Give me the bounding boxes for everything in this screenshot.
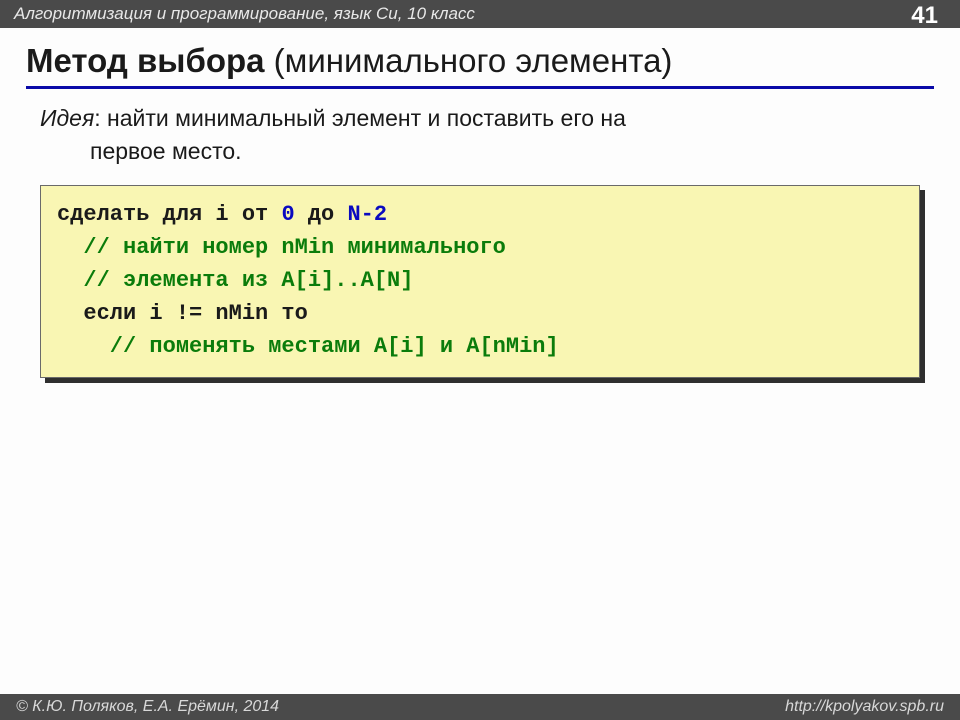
code-l1d: N-2 [347, 202, 387, 227]
code-l4: если i != nMin то [57, 301, 308, 326]
code-l1a: сделать для i от [57, 202, 281, 227]
code-block: сделать для i от 0 до N-2 // найти номер… [40, 185, 920, 378]
header-bar: Алгоритмизация и программирование, язык … [0, 0, 960, 28]
footer-bar: © К.Ю. Поляков, Е.А. Ерёмин, 2014 http:/… [0, 694, 960, 720]
code-l1c: до [295, 202, 348, 227]
title-bold: Метод выбора [26, 42, 265, 79]
idea-text: Идея: найти минимальный элемент и постав… [40, 103, 934, 167]
idea-lead: Идея [40, 105, 94, 131]
page-number: 41 [911, 2, 938, 30]
code-l2: // найти номер nMin минимального [57, 235, 506, 260]
code-l5: // поменять местами A[i] и A[nMin] [57, 334, 559, 359]
footer-right: http://kpolyakov.spb.ru [785, 694, 944, 720]
code-l3: // элемента из A[i]..A[N] [57, 268, 413, 293]
footer-left: © К.Ю. Поляков, Е.А. Ерёмин, 2014 [16, 694, 279, 720]
title-paren: (минимального элемента) [265, 42, 673, 79]
title-block: Метод выбора (минимального элемента) [26, 42, 934, 89]
idea-rest: : найти минимальный элемент и поставить … [94, 105, 626, 131]
idea-cont: первое место. [90, 136, 934, 167]
course-label: Алгоритмизация и программирование, язык … [14, 4, 475, 23]
code-l1b: 0 [281, 202, 294, 227]
code-box: сделать для i от 0 до N-2 // найти номер… [40, 185, 920, 378]
